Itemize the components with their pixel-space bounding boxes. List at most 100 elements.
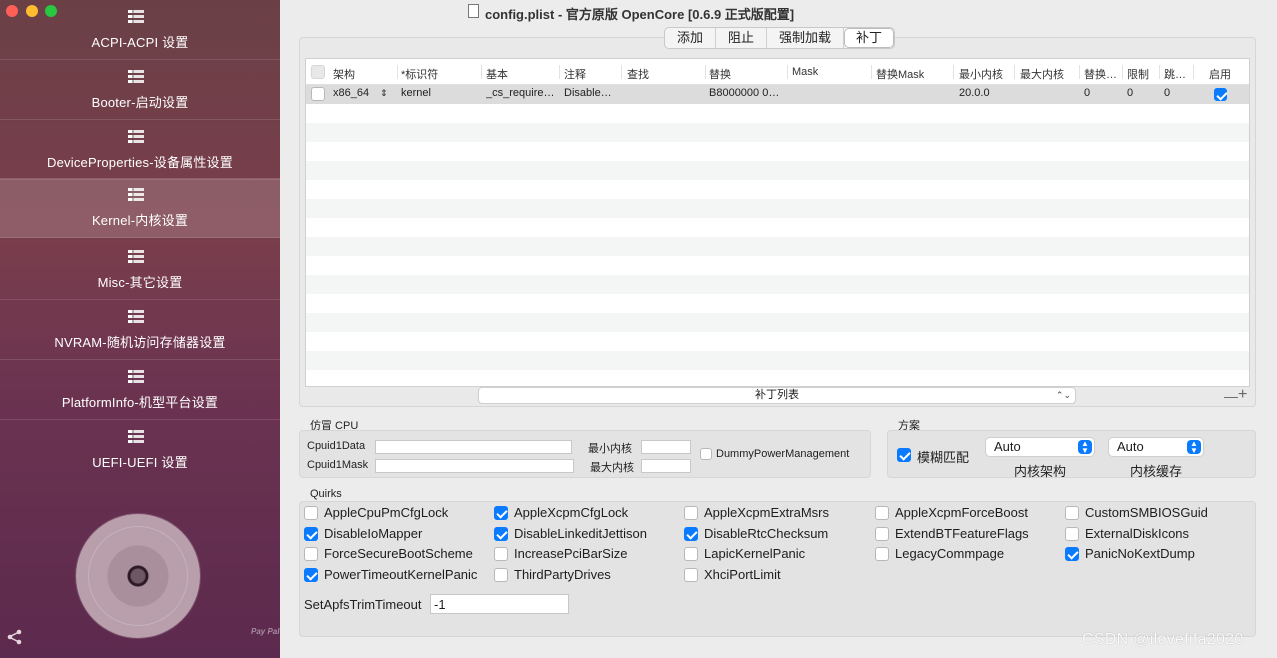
- fuzzy-match-checkbox[interactable]: [897, 448, 911, 462]
- min-kernel-cell[interactable]: 20.0.0: [959, 87, 990, 99]
- identifier-cell[interactable]: kernel: [401, 87, 431, 99]
- sidebar-item-kernel[interactable]: Kernel-内核设置: [0, 178, 280, 238]
- skip-cell[interactable]: 0: [1164, 87, 1170, 99]
- tab-add[interactable]: 添加: [665, 28, 717, 48]
- count-cell[interactable]: 0: [1084, 87, 1090, 99]
- column-header[interactable]: 限制: [1127, 66, 1149, 82]
- table-row[interactable]: x86_64 ⇕ kernel _cs_require… Disable… B8…: [306, 85, 1249, 104]
- apfs-trim-timeout-field[interactable]: -1: [430, 594, 569, 614]
- empty-row: [306, 351, 1249, 370]
- share-icon[interactable]: [6, 628, 24, 646]
- quirk-checkbox[interactable]: [684, 547, 698, 561]
- kernel-tabs: 添加 阻止 强制加载 补丁: [664, 27, 896, 49]
- sidebar-item-nvram[interactable]: NVRAM-随机访问存储器设置: [0, 300, 280, 360]
- base-cell[interactable]: _cs_require…: [486, 87, 558, 99]
- sidebar-item-booter[interactable]: Booter-启动设置: [0, 60, 280, 120]
- quirk-checkbox[interactable]: [494, 547, 508, 561]
- column-header[interactable]: 启用: [1209, 66, 1231, 82]
- arch-cell[interactable]: x86_64: [333, 87, 369, 99]
- empty-row: [306, 161, 1249, 180]
- quirk-checkbox[interactable]: [304, 547, 318, 561]
- max-kernel-label: 最大内核: [590, 462, 634, 474]
- column-header[interactable]: 基本: [486, 66, 508, 82]
- patch-list-popup[interactable]: 补丁列表 ⌃⌄: [478, 387, 1076, 404]
- titlebar: config.plist - 官方原版 OpenCore [0.6.9 正式版配…: [280, 0, 1277, 24]
- column-header[interactable]: 最大内核: [1020, 66, 1064, 82]
- min-kernel-field[interactable]: [641, 440, 691, 454]
- quirk-checkbox[interactable]: [494, 568, 508, 582]
- sidebar-item-acpi[interactable]: ACPI-ACPI 设置: [0, 0, 280, 60]
- comment-cell[interactable]: Disable…: [564, 87, 620, 99]
- enabled-checkbox[interactable]: [1214, 88, 1227, 101]
- empty-row: [306, 142, 1249, 161]
- quirk-checkbox[interactable]: [304, 506, 318, 520]
- quirk-checkbox[interactable]: [494, 527, 508, 541]
- quirk-checkbox[interactable]: [1065, 547, 1079, 561]
- column-header[interactable]: 查找: [627, 66, 649, 82]
- row-select-checkbox[interactable]: [311, 87, 325, 101]
- dummy-power-management-checkbox[interactable]: [700, 448, 712, 460]
- column-header[interactable]: 架构: [333, 66, 355, 82]
- quirk-checkbox[interactable]: [684, 568, 698, 582]
- list-icon: [128, 188, 144, 204]
- min-kernel-label: 最小内核: [588, 443, 632, 455]
- quirk-checkbox[interactable]: [494, 506, 508, 520]
- quirk-checkbox[interactable]: [304, 568, 318, 582]
- sidebar-item-misc[interactable]: Misc-其它设置: [0, 240, 280, 300]
- empty-row: [306, 218, 1249, 237]
- empty-row: [306, 199, 1249, 218]
- chevron-updown-icon: ⌃⌄: [1055, 390, 1071, 400]
- quirk-checkbox[interactable]: [875, 547, 889, 561]
- arch-stepper-icon[interactable]: ⇕: [380, 88, 388, 99]
- chevron-updown-icon: ▲ ▼: [1078, 440, 1092, 455]
- column-header[interactable]: *标识符: [401, 66, 438, 82]
- cpuid1data-field[interactable]: [375, 440, 572, 454]
- kernel-arch-popup[interactable]: Auto ▲ ▼: [985, 437, 1095, 457]
- tab-block[interactable]: 阻止: [716, 28, 768, 48]
- quirk-checkbox[interactable]: [875, 527, 889, 541]
- table-header: 架构 *标识符 基本 注释 查找 替换 Mask 替换Mask 最小内核 最大内…: [306, 59, 1249, 85]
- max-kernel-field[interactable]: [641, 459, 691, 473]
- sidebar-item-label: PlatformInfo-机型平台设置: [61, 395, 219, 410]
- quirk-checkbox[interactable]: [304, 527, 318, 541]
- empty-row: [306, 294, 1249, 313]
- column-header[interactable]: 最小内核: [959, 66, 1003, 82]
- sidebar-item-label: DeviceProperties-设备属性设置: [47, 155, 233, 170]
- column-header[interactable]: 跳…: [1164, 66, 1192, 82]
- quirk-checkbox[interactable]: [684, 527, 698, 541]
- paypal-logo[interactable]: Pay Pal: [251, 627, 279, 637]
- empty-row: [306, 313, 1249, 332]
- kernel-cache-label: 内核缓存: [1130, 464, 1183, 479]
- kernel-cache-popup[interactable]: Auto ▲ ▼: [1108, 437, 1204, 457]
- dummy-power-management-label: DummyPowerManagement: [716, 448, 850, 460]
- quirk-checkbox[interactable]: [1065, 527, 1079, 541]
- tab-force[interactable]: 强制加载: [767, 28, 845, 48]
- quirk-checkbox[interactable]: [684, 506, 698, 520]
- select-all-checkbox[interactable]: [311, 65, 325, 79]
- tab-patch[interactable]: 补丁: [844, 28, 895, 48]
- empty-row: [306, 104, 1249, 123]
- main-panel: config.plist - 官方原版 OpenCore [0.6.9 正式版配…: [280, 0, 1277, 658]
- quirk-checkbox[interactable]: [875, 506, 889, 520]
- column-header[interactable]: 替换…: [1084, 66, 1122, 82]
- quirk-checkbox[interactable]: [1065, 506, 1079, 520]
- sidebar-item-platforminfo[interactable]: PlatformInfo-机型平台设置: [0, 360, 280, 420]
- apfs-trim-timeout-label: SetApfsTrimTimeout: [304, 597, 422, 612]
- document-icon: [468, 4, 479, 18]
- sidebar-item-deviceproperties[interactable]: DeviceProperties-设备属性设置: [0, 120, 280, 180]
- limit-cell[interactable]: 0: [1127, 87, 1133, 99]
- opencore-disc-logo: [76, 514, 200, 638]
- sidebar-item-uefi[interactable]: UEFI-UEFI 设置: [0, 420, 280, 480]
- fuzzy-match-label: 模糊匹配: [917, 450, 970, 465]
- column-header[interactable]: 替换Mask: [876, 66, 924, 82]
- column-header[interactable]: 注释: [564, 66, 586, 82]
- cpuid1mask-label: Cpuid1Mask: [307, 459, 369, 471]
- window-title: config.plist - 官方原版 OpenCore [0.6.9 正式版配…: [485, 7, 795, 22]
- replace-cell[interactable]: B8000000 0…: [709, 87, 787, 99]
- cpuid1mask-field[interactable]: [375, 459, 574, 473]
- column-header[interactable]: Mask: [792, 66, 818, 78]
- column-header[interactable]: 替换: [709, 66, 731, 82]
- empty-row: [306, 180, 1249, 199]
- add-row-button[interactable]: +: [1238, 386, 1247, 404]
- remove-row-button[interactable]: —: [1224, 388, 1238, 404]
